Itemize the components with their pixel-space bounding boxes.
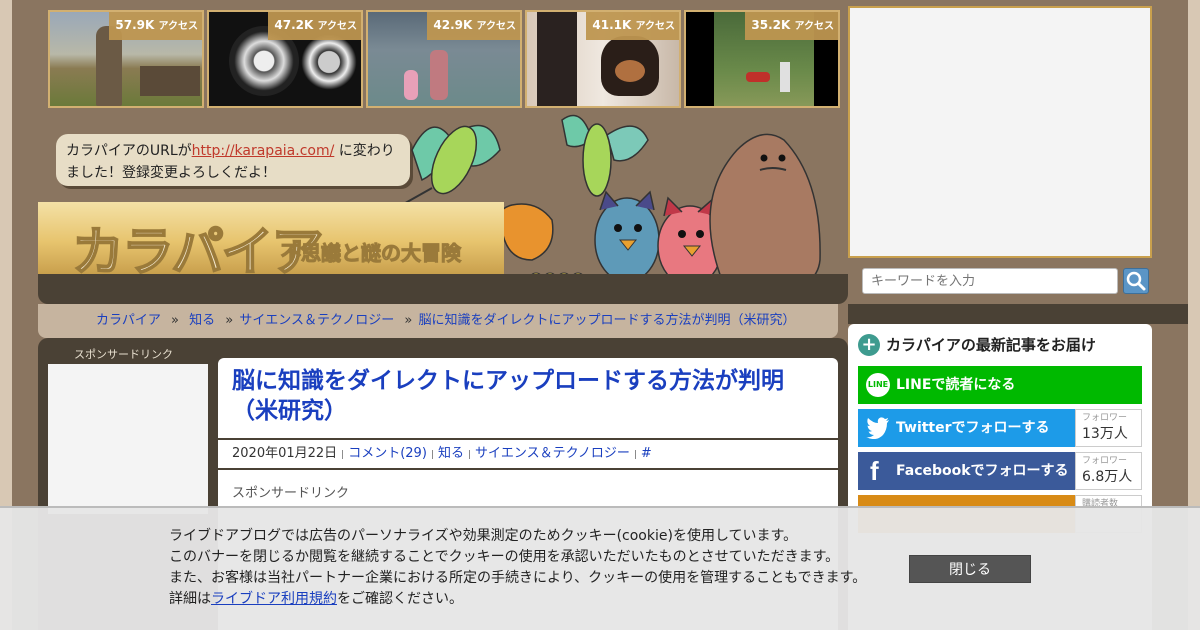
- cookie-message: ライブドアブログでは広告のパーソナライズや効果測定のためクッキー(cookie)…: [169, 526, 866, 610]
- article-meta: 2020年01月22日 | コメント(29) | 知る | サイエンス＆テクノロジー | #: [218, 440, 838, 468]
- breadcrumb-separator: »: [404, 313, 413, 328]
- left-ad-slot[interactable]: [48, 364, 208, 514]
- site-logo-bar[interactable]: カラパイア 不思議と謎の大冒険: [38, 202, 504, 284]
- brown-blob-mascot: [709, 133, 821, 293]
- site-tagline: 不思議と謎の大冒険: [281, 241, 462, 266]
- category-science-link[interactable]: サイエンス＆テクノロジー: [475, 446, 630, 461]
- cookie-line-3: また、お客様は当社パートナー企業における所定の手続きにより、クッキーの使用を管理…: [169, 570, 867, 586]
- cookie-close-button[interactable]: 閉じる: [909, 555, 1031, 583]
- line-icon: LINE: [866, 373, 890, 397]
- article-title[interactable]: 脳に知識をダイレクトにアップロードする方法が判明（米研究）: [232, 366, 824, 426]
- line-follow-button[interactable]: LINE LINEで読者になる: [858, 366, 1142, 404]
- follow-title-text: カラパイアの最新記事をお届け: [886, 336, 1096, 354]
- category-know-link[interactable]: 知る: [438, 446, 464, 461]
- access-badge: 35.2K アクセス: [745, 12, 838, 40]
- facebook-follow-button[interactable]: f Facebookでフォローする: [858, 452, 1075, 490]
- cookie-line-4-prefix: 詳細は: [169, 591, 211, 607]
- twitter-count-value: 13万人: [1082, 426, 1128, 442]
- facebook-count-label: フォロワー: [1082, 456, 1128, 466]
- right-ad-slot[interactable]: [848, 6, 1152, 258]
- breadcrumb-separator: »: [225, 313, 234, 328]
- access-badge: 47.2K アクセス: [268, 12, 361, 40]
- breadcrumb-know[interactable]: 知る: [189, 313, 215, 328]
- search-input[interactable]: [862, 268, 1118, 294]
- popular-thumbnails: 57.9K アクセス 47.2K アクセス 42.9K アクセス 41.1K ア…: [48, 10, 840, 108]
- meta-divider: |: [467, 450, 472, 460]
- cookie-line-1: ライブドアブログでは広告のパーソナライズや効果測定のためクッキー(cookie)…: [169, 528, 798, 544]
- blue-bird: [594, 190, 660, 283]
- meta-divider: |: [430, 450, 434, 460]
- article-header: 脳に知識をダイレクトにアップロードする方法が判明（米研究）: [218, 358, 838, 438]
- thumbnail-3[interactable]: 42.9K アクセス: [366, 10, 522, 108]
- breadcrumb-science[interactable]: サイエンス＆テクノロジー: [239, 313, 394, 328]
- twitter-icon: [866, 417, 889, 439]
- facebook-follow-label: Facebookでフォローする: [896, 463, 1069, 479]
- meta-divider: |: [633, 450, 637, 460]
- plus-icon: +: [858, 334, 880, 356]
- thumbnail-1[interactable]: 57.9K アクセス: [48, 10, 204, 108]
- breadcrumb-current[interactable]: 脳に知識をダイレクトにアップロードする方法が判明（米研究）: [418, 313, 795, 328]
- cookie-banner: ライブドアブログでは広告のパーソナライズや効果測定のためクッキー(cookie)…: [0, 506, 1200, 630]
- facebook-icon: f: [870, 456, 879, 486]
- header-dark-strip: [38, 274, 848, 304]
- twitter-follow-label: Twitterでフォローする: [896, 420, 1050, 436]
- access-badge: 57.9K アクセス: [109, 12, 202, 40]
- left-sponsor-label: スポンサードリンク: [74, 348, 173, 361]
- article-sponsor-label: スポンサードリンク: [232, 486, 350, 501]
- follow-title: + カラパイアの最新記事をお届け: [858, 334, 1096, 356]
- butterfly-mascot: [561, 114, 649, 197]
- article-date: 2020年01月22日: [232, 446, 338, 461]
- access-badge: 42.9K アクセス: [427, 12, 520, 40]
- right-dark-strip: [848, 304, 1188, 324]
- permalink-hash[interactable]: #: [641, 446, 652, 461]
- notice-prefix: カラパイアのURLが: [66, 143, 192, 159]
- breadcrumb-separator: »: [171, 313, 179, 328]
- meta-divider: |: [341, 450, 345, 460]
- comments-link[interactable]: コメント(29): [348, 446, 427, 461]
- twitter-count-label: フォロワー: [1082, 413, 1128, 423]
- twitter-follower-count: フォロワー 13万人: [1075, 409, 1142, 447]
- breadcrumb-home[interactable]: カラパイア: [96, 313, 161, 328]
- line-follow-label: LINEで読者になる: [896, 377, 1016, 393]
- access-badge: 41.1K アクセス: [586, 12, 679, 40]
- cookie-line-4: 詳細はライブドア利用規約をご確認ください。: [169, 589, 866, 610]
- thumbnail-4[interactable]: 41.1K アクセス: [525, 10, 681, 108]
- search-button[interactable]: [1123, 268, 1149, 294]
- new-url-link[interactable]: http://karapaia.com/: [192, 143, 335, 159]
- facebook-count-value: 6.8万人: [1082, 469, 1133, 485]
- green-winged-mascot: [399, 124, 501, 207]
- facebook-follower-count: フォロワー 6.8万人: [1075, 452, 1142, 490]
- terms-link[interactable]: ライブドア利用規約: [211, 591, 337, 607]
- search-icon: [1126, 271, 1146, 291]
- url-change-notice: カラパイアのURLがhttp://karapaia.com/ に変わりました！登…: [56, 134, 410, 186]
- thumbnail-2[interactable]: 47.2K アクセス: [207, 10, 363, 108]
- breadcrumb: カラパイア » 知る » サイエンス＆テクノロジー » 脳に知識をダイレクトにア…: [38, 304, 838, 338]
- cookie-line-2: このバナーを閉じるか閲覧を継続することでクッキーの使用を承認いただいたものとさせ…: [169, 549, 840, 565]
- thumbnail-5[interactable]: 35.2K アクセス: [684, 10, 840, 108]
- cookie-line-4-suffix: をご確認ください。: [337, 591, 463, 607]
- twitter-follow-button[interactable]: Twitterでフォローする: [858, 409, 1075, 447]
